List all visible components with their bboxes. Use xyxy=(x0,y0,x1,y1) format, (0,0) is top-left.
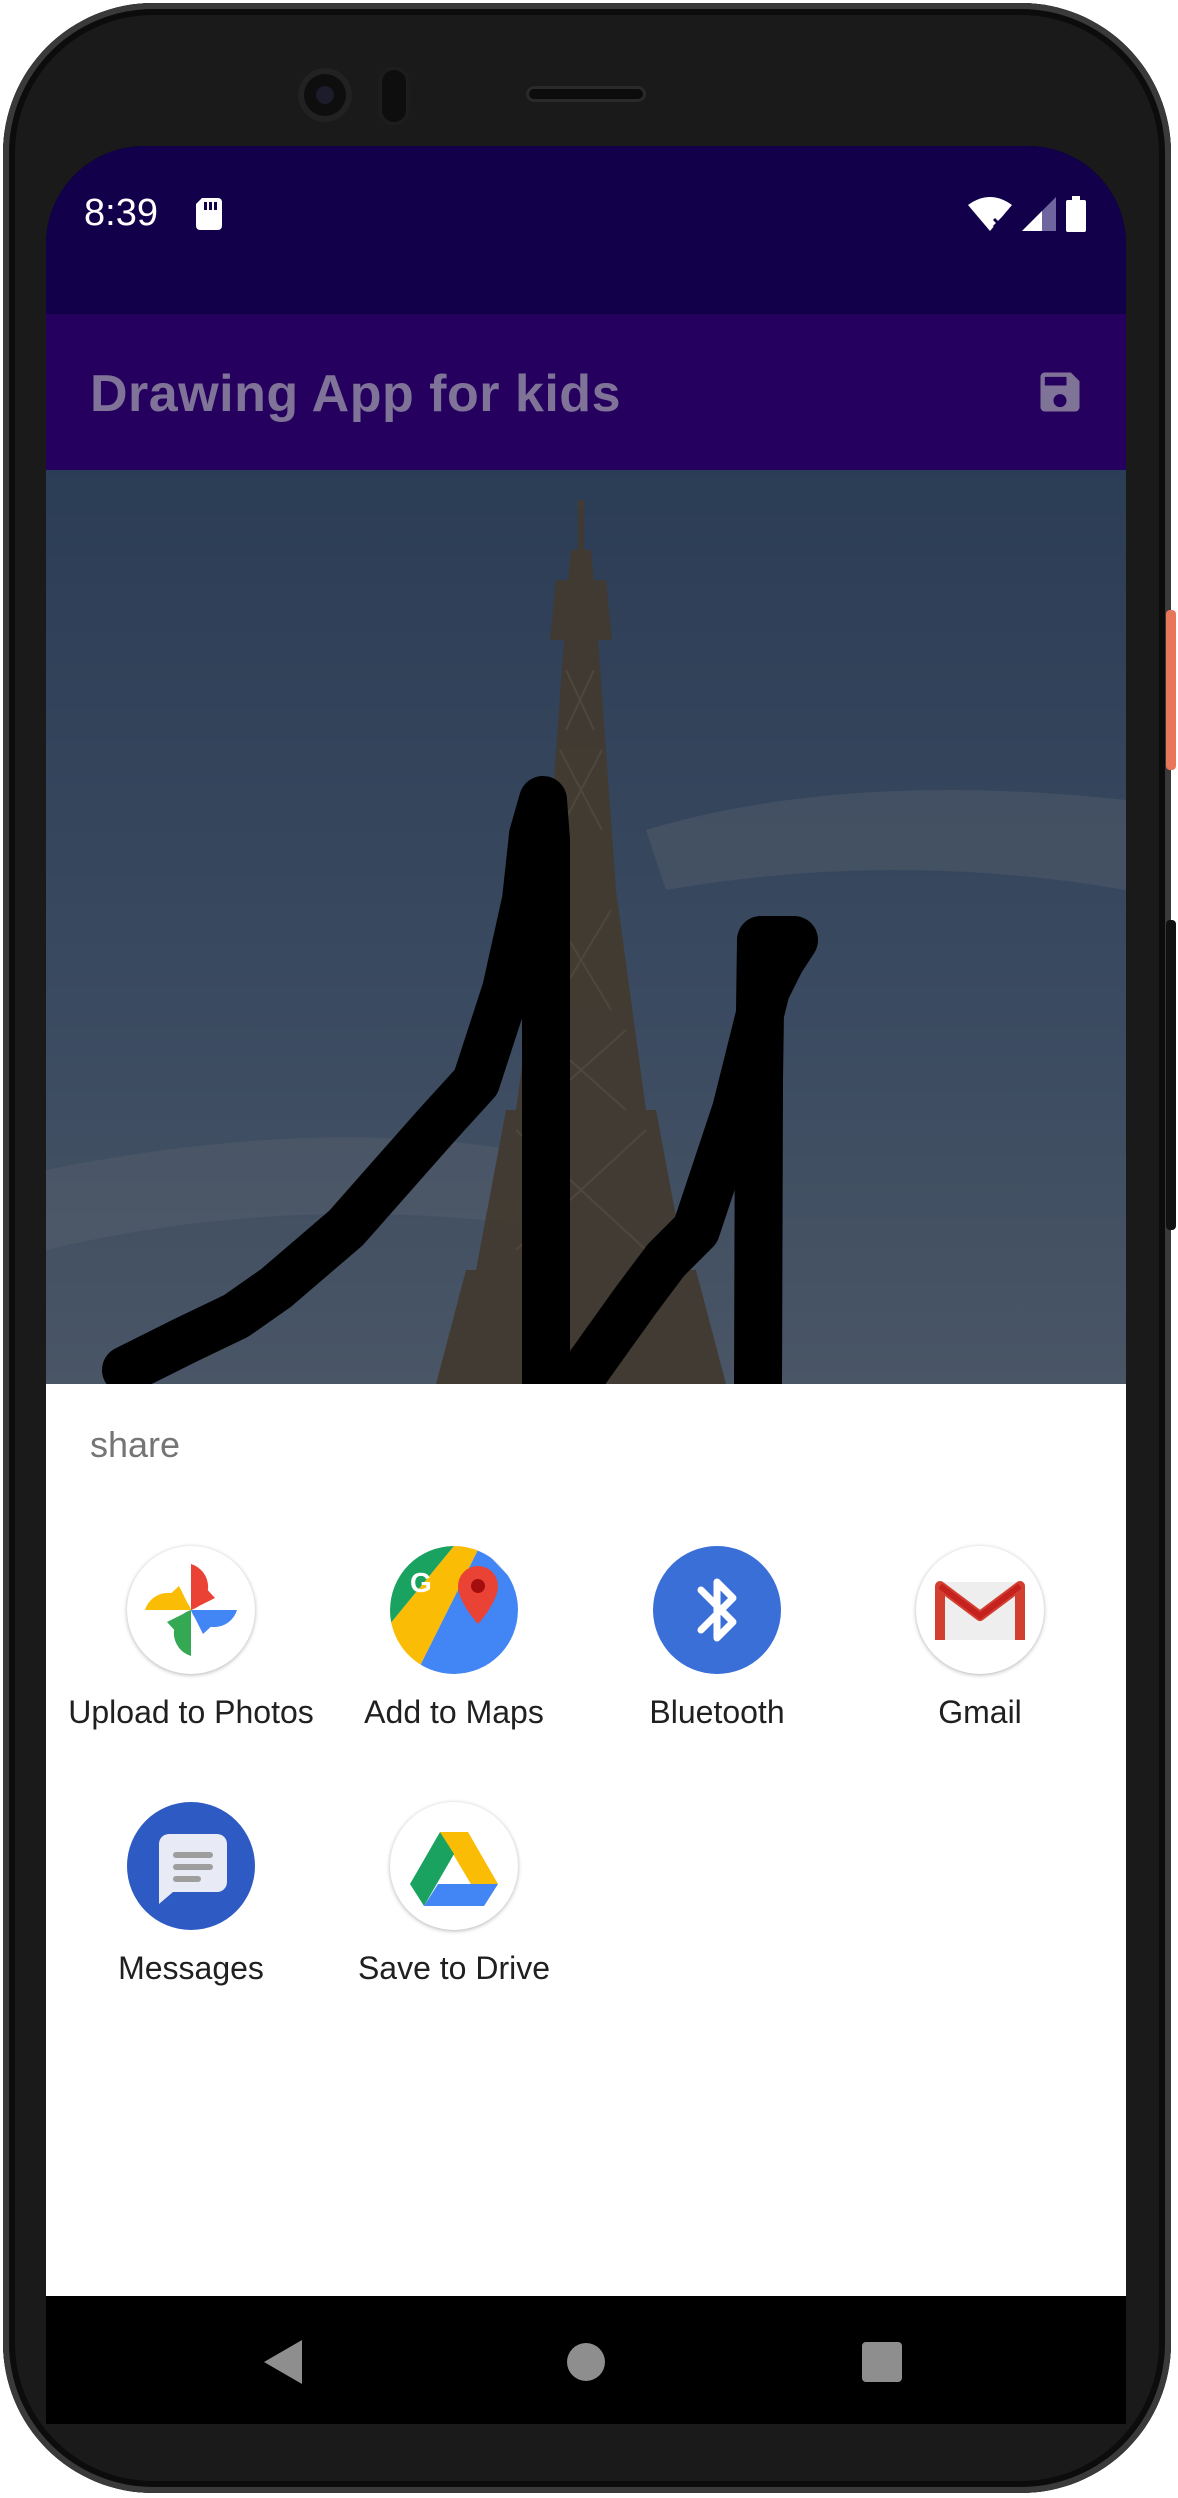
app-title: Drawing App for kids xyxy=(90,365,621,423)
share-target-label: Messages xyxy=(118,1950,264,1986)
share-sheet: share Upload to Photos G Add to Maps Blu… xyxy=(46,1384,1126,2296)
share-target-label: Upload to Photos xyxy=(68,1694,314,1730)
power-button xyxy=(1166,610,1176,770)
volume-button xyxy=(1166,920,1176,1230)
status-bar: 8:39 xyxy=(46,146,1126,314)
share-target-label: Save to Drive xyxy=(357,1950,551,1986)
signal-icon xyxy=(1022,197,1056,231)
drawing-canvas[interactable] xyxy=(46,470,1126,1384)
wifi-icon xyxy=(968,197,1012,231)
home-icon[interactable] xyxy=(567,2343,605,2381)
background-image xyxy=(46,470,1126,1384)
bluetooth-icon xyxy=(653,1546,781,1674)
share-target-messages[interactable]: Messages xyxy=(61,1802,321,1988)
share-sheet-title: share xyxy=(90,1424,181,1465)
back-icon[interactable] xyxy=(264,2340,302,2384)
earpiece-speaker xyxy=(526,86,646,102)
svg-text:G: G xyxy=(410,1567,432,1598)
status-time: 8:39 xyxy=(84,192,158,234)
share-target-bluetooth[interactable]: Bluetooth xyxy=(587,1546,847,1732)
share-target-maps[interactable]: G Add to Maps xyxy=(324,1546,584,1732)
share-target-photos[interactable]: Upload to Photos xyxy=(61,1546,321,1732)
gmail-icon xyxy=(916,1546,1044,1674)
google-photos-icon xyxy=(127,1546,255,1674)
share-target-label: Add to Maps xyxy=(364,1694,544,1730)
recents-icon[interactable] xyxy=(862,2342,902,2382)
battery-icon xyxy=(1066,196,1086,232)
share-target-label: Gmail xyxy=(938,1694,1022,1730)
messages-icon xyxy=(127,1802,255,1930)
front-camera xyxy=(298,68,352,122)
google-maps-icon: G xyxy=(390,1546,518,1674)
navigation-bar xyxy=(46,2296,1126,2424)
google-drive-icon xyxy=(390,1802,518,1930)
share-target-label: Bluetooth xyxy=(649,1694,785,1730)
app-bar: Drawing App for kids xyxy=(46,314,1126,470)
status-icons xyxy=(968,196,1086,232)
screen: 8:39 Drawing App for kids share Upload t… xyxy=(46,146,1126,2424)
proximity-sensor xyxy=(378,66,410,126)
share-target-drive[interactable]: Save to Drive xyxy=(324,1802,584,1988)
save-icon[interactable] xyxy=(1034,366,1086,418)
share-target-gmail[interactable]: Gmail xyxy=(850,1546,1110,1732)
sd-card-icon xyxy=(196,198,222,230)
